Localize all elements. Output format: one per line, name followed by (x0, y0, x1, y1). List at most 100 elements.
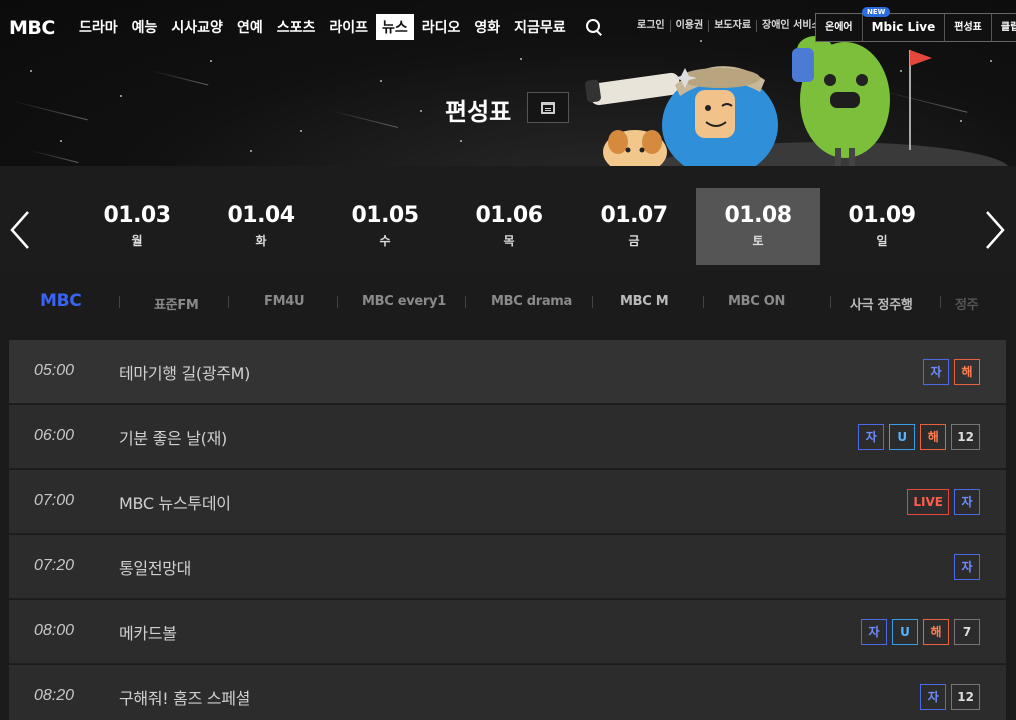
program-title[interactable]: 테마기행 길(광주M) (119, 360, 250, 384)
channel-tab-fm4u[interactable]: FM4U (264, 294, 305, 312)
chevron-left-icon (10, 211, 29, 249)
menu-life[interactable]: 라이프 (323, 14, 374, 40)
age-rating-badge: 7 (954, 619, 980, 645)
date-label: 01.06 (475, 203, 543, 228)
program-badges: 자 12 (920, 684, 980, 710)
channel-tab-every1[interactable]: MBC every1 (362, 294, 446, 312)
program-badges: LIVE 자 (907, 489, 980, 515)
press-link[interactable]: 보도자료 (708, 20, 756, 32)
program-title[interactable]: 메카드볼 (119, 620, 177, 644)
program-badges: 자해 (923, 359, 980, 385)
star-decoration (120, 95, 122, 97)
program-title[interactable]: 구해줘! 홈즈 스페셜 (119, 685, 250, 709)
date-tab[interactable]: 01.05 수 (323, 188, 447, 265)
menu-movie[interactable]: 영화 (468, 14, 506, 40)
pass-link[interactable]: 이용권 (669, 20, 709, 32)
channel-tab-more[interactable]: 정주 (955, 294, 979, 313)
program-time: 07:00 (34, 492, 75, 509)
program-time: 05:00 (34, 362, 75, 379)
subtitle-badge: 자 (861, 619, 887, 645)
mbic-live-button[interactable]: Mbic Live (861, 14, 945, 41)
weekday-label: 목 (503, 234, 515, 248)
channel-tab-mbc-on[interactable]: MBC ON (728, 294, 785, 312)
schedule-list: 05:00 테마기행 길(광주M) 자 해 06:00 기분 좋은 날(재) 자 U 해 12 07… (9, 340, 1006, 720)
uhd-badge: U (892, 619, 918, 645)
quick-links: 온에어 Mbic Live 편성표 클립 (815, 13, 1016, 42)
menu-free-now[interactable]: 지금무료 (508, 14, 572, 40)
program-time: 06:00 (34, 427, 75, 444)
divider (830, 296, 831, 308)
shooting-star-decoration (149, 70, 209, 86)
menu-current-affairs[interactable]: 시사교양 (165, 14, 229, 40)
date-tab[interactable]: 01.04 화 (199, 188, 323, 265)
divider (337, 296, 338, 308)
main-menu: 드라마 예능 시사교양 연예 스포츠 라이프 뉴스 라디오 영화 지금무료 (73, 14, 602, 40)
search-icon[interactable] (585, 19, 602, 35)
program-title[interactable]: 기분 좋은 날(재) (119, 425, 227, 449)
program-time: 07:20 (34, 557, 75, 574)
divider (940, 296, 941, 308)
channel-tab-drama[interactable]: MBC drama (491, 294, 572, 312)
date-tab[interactable]: 01.09 일 (820, 188, 944, 265)
schedule-button[interactable]: 편성표 (944, 14, 991, 41)
menu-drama[interactable]: 드라마 (73, 14, 124, 40)
program-badges: 자 U 해 12 (858, 424, 980, 450)
date-tab[interactable]: 01.06 목 (447, 188, 571, 265)
date-tab[interactable]: 01.03 월 (75, 188, 199, 265)
channel-tab-historical[interactable]: 사극 정주행 (850, 294, 913, 313)
date-tab[interactable]: 01.08 토 (696, 188, 820, 265)
channel-tab-standard-fm[interactable]: 표준FM (154, 294, 199, 313)
prev-week-button[interactable] (9, 210, 31, 250)
menu-celebrity[interactable]: 연예 (231, 14, 269, 40)
date-label: 01.08 (724, 203, 792, 228)
login-link[interactable]: 로그인 (632, 20, 670, 32)
channel-tab-mbc-m[interactable]: MBC M (620, 294, 669, 312)
program-badges: 자 (954, 554, 980, 580)
calendar-icon (541, 101, 555, 114)
calendar-button[interactable] (527, 92, 569, 123)
date-tab[interactable]: 01.07 금 (572, 188, 696, 265)
schedule-row[interactable]: 07:20 통일전망대 자 (9, 535, 1006, 599)
date-label: 01.05 (351, 203, 419, 228)
schedule-row[interactable]: 08:20 구해줘! 홈즈 스페셜 자 12 (9, 665, 1006, 720)
weekday-label: 수 (379, 234, 391, 248)
shooting-star-decoration (9, 100, 88, 121)
clip-button[interactable]: 클립 (990, 14, 1016, 41)
program-title[interactable]: MBC 뉴스투데이 (119, 490, 231, 514)
weekday-label: 토 (752, 234, 764, 248)
schedule-row[interactable]: 07:00 MBC 뉴스투데이 LIVE 자 (9, 470, 1006, 534)
schedule-row[interactable]: 05:00 테마기행 길(광주M) 자 해 (9, 340, 1006, 404)
subtitle-badge: 자 (923, 359, 949, 385)
shooting-star-decoration (29, 150, 79, 164)
menu-entertainment[interactable]: 예능 (126, 14, 164, 40)
star-decoration (420, 110, 422, 112)
channel-tab-mbc[interactable]: MBC (40, 291, 82, 311)
uhd-badge: U (889, 424, 916, 450)
program-time: 08:20 (34, 687, 75, 704)
divider (228, 296, 229, 308)
commentary-badge: 해 (923, 619, 949, 645)
chevron-right-icon (986, 211, 1005, 249)
mbc-logo[interactable]: MBC (9, 17, 55, 39)
schedule-row[interactable]: 06:00 기분 좋은 날(재) 자 U 해 12 (9, 405, 1006, 469)
date-label: 01.07 (600, 203, 668, 228)
divider (592, 296, 593, 308)
onair-button[interactable]: 온에어 (816, 14, 862, 41)
channel-tabs: MBC 표준FM FM4U MBC every1 MBC drama MBC M… (0, 282, 1016, 324)
weekday-label: 금 (628, 234, 640, 248)
subtitle-badge: 자 (920, 684, 947, 710)
menu-radio[interactable]: 라디오 (416, 14, 467, 40)
weekday-label: 일 (876, 234, 888, 248)
star-decoration (300, 130, 302, 132)
schedule-row[interactable]: 08:00 메카드볼 자 U 해 7 (9, 600, 1006, 664)
next-week-button[interactable] (984, 210, 1006, 250)
subtitle-badge: 자 (954, 554, 980, 580)
menu-news[interactable]: 뉴스 (375, 14, 414, 40)
program-time: 08:00 (34, 622, 75, 639)
utility-links: 로그인 이용권 보도자료 장애인 서비스 (632, 20, 826, 32)
age-rating-badge: 12 (951, 424, 980, 450)
new-badge: NEW (862, 7, 891, 17)
menu-sports[interactable]: 스포츠 (271, 14, 322, 40)
live-badge: LIVE (907, 489, 949, 515)
program-title[interactable]: 통일전망대 (119, 555, 191, 579)
